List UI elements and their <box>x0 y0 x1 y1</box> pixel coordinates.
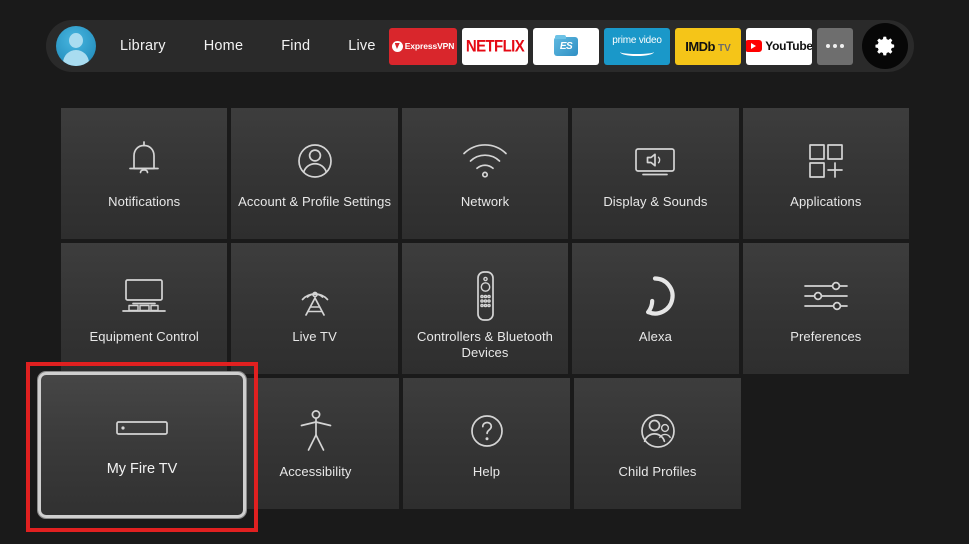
account-person-icon <box>292 130 338 192</box>
antenna-tower-icon <box>289 265 341 327</box>
expressvpn-mark-icon <box>391 40 403 52</box>
imdb-label: IMDb <box>685 38 715 54</box>
settings-tile-live-tv[interactable]: Live TV <box>231 243 398 374</box>
remote-control-icon <box>469 265 501 327</box>
expressvpn-label: ExpressVPN <box>404 41 455 51</box>
child-profiles-icon <box>635 400 681 462</box>
nav-links: Library Home Find Live <box>120 32 376 60</box>
sliders-icon <box>799 265 853 327</box>
settings-tile-label: Applications <box>790 194 862 209</box>
settings-tile-label: Accessibility <box>279 464 352 479</box>
prime-video-label: prime video <box>612 35 662 46</box>
tv-stand-icon <box>117 265 171 327</box>
expressvpn-logo: ExpressVPN <box>391 40 455 52</box>
avatar-body <box>63 50 89 66</box>
nav-item-home[interactable]: Home <box>204 32 243 60</box>
app-tile-expressvpn[interactable]: ExpressVPN <box>389 27 457 65</box>
settings-tile-label: Display & Sounds <box>603 194 708 209</box>
app-grid-plus-icon <box>803 130 849 192</box>
youtube-logo: YouTube <box>746 39 812 53</box>
top-navigation-bar: Library Home Find Live ExpressVPN NETFLI… <box>46 20 914 72</box>
settings-tile-label: Help <box>472 464 501 479</box>
settings-tile-controllers-bluetooth-devices[interactable]: Controllers & Bluetooth Devices <box>401 243 569 374</box>
settings-row: Equipment Control Live TV Controllers & … <box>61 243 910 374</box>
settings-tile-label: Controllers & Bluetooth Devices <box>417 329 553 360</box>
ellipsis-dot-icon <box>833 44 837 48</box>
question-mark-icon <box>465 400 509 462</box>
fire-tv-settings-screen: Library Home Find Live ExpressVPN NETFLI… <box>0 0 969 544</box>
settings-tile-label: My Fire TV <box>106 461 178 477</box>
app-tile-prime-video[interactable]: prime video <box>604 27 670 65</box>
settings-tile-account-profile-settings[interactable]: Account & Profile Settings <box>231 108 398 239</box>
profile-avatar[interactable] <box>56 26 96 66</box>
app-tile-es-file-explorer[interactable]: ES <box>533 27 599 65</box>
alexa-ring-icon <box>632 265 678 327</box>
bell-icon <box>123 130 165 192</box>
nav-item-live[interactable]: Live <box>348 32 375 60</box>
settings-tile-label: Notifications <box>108 194 181 209</box>
gear-icon <box>875 36 895 56</box>
app-tile-netflix[interactable]: NETFLIX <box>462 27 528 65</box>
nav-item-find[interactable]: Find <box>281 32 310 60</box>
settings-tile-label: Preferences <box>790 329 862 344</box>
app-tile-youtube[interactable]: YouTube <box>746 27 812 65</box>
avatar-head <box>69 33 83 48</box>
fire-tv-stick-icon <box>114 399 170 457</box>
nav-item-library[interactable]: Library <box>120 32 166 60</box>
wifi-icon <box>460 130 510 192</box>
settings-button[interactable] <box>862 23 908 69</box>
prime-video-logo: prime video <box>612 36 662 56</box>
youtube-label: YouTube <box>765 39 812 53</box>
settings-tile-child-profiles[interactable]: Child Profiles <box>574 378 741 509</box>
settings-tile-label: Child Profiles <box>618 464 697 479</box>
settings-tile-label: Alexa <box>638 329 672 344</box>
youtube-play-icon <box>746 40 763 52</box>
settings-tile-applications[interactable]: Applications <box>742 108 910 239</box>
settings-tile-network[interactable]: Network <box>401 108 569 239</box>
ellipsis-dot-icon <box>826 44 830 48</box>
app-shortcuts: ExpressVPN NETFLIX ES prime video IMDb T… <box>389 23 908 69</box>
accessibility-icon <box>296 400 336 462</box>
settings-tile-label: Account & Profile Settings <box>238 194 392 209</box>
my-fire-tv-highlight-box: My Fire TV <box>26 362 258 532</box>
ellipsis-dot-icon <box>840 44 844 48</box>
more-apps-button[interactable] <box>817 27 853 65</box>
imdb-tv-logo: IMDb TV <box>685 39 731 54</box>
settings-tile-label: Network <box>460 194 510 209</box>
settings-tile-preferences[interactable]: Preferences <box>742 243 910 374</box>
settings-row: Notifications Account & Profile Settings <box>61 108 910 239</box>
settings-tile-label: Live TV <box>292 329 337 344</box>
es-folder-label: ES <box>559 41 573 52</box>
tv-speaker-icon <box>628 130 682 192</box>
settings-tile-help[interactable]: Help <box>403 378 570 509</box>
imdb-tv-suffix-label: TV <box>718 42 731 54</box>
settings-tile-my-fire-tv[interactable]: My Fire TV <box>38 372 246 518</box>
settings-tile-label: Equipment Control <box>89 329 199 344</box>
settings-tile-notifications[interactable]: Notifications <box>61 108 228 239</box>
es-folder-icon: ES <box>554 35 578 57</box>
settings-tile-display-sounds[interactable]: Display & Sounds <box>572 108 739 239</box>
app-tile-imdb-tv[interactable]: IMDb TV <box>675 27 741 65</box>
amazon-smile-icon <box>620 48 654 56</box>
settings-tile-alexa[interactable]: Alexa <box>572 243 739 374</box>
settings-tile-equipment-control[interactable]: Equipment Control <box>61 243 228 374</box>
netflix-label: NETFLIX <box>465 36 525 56</box>
